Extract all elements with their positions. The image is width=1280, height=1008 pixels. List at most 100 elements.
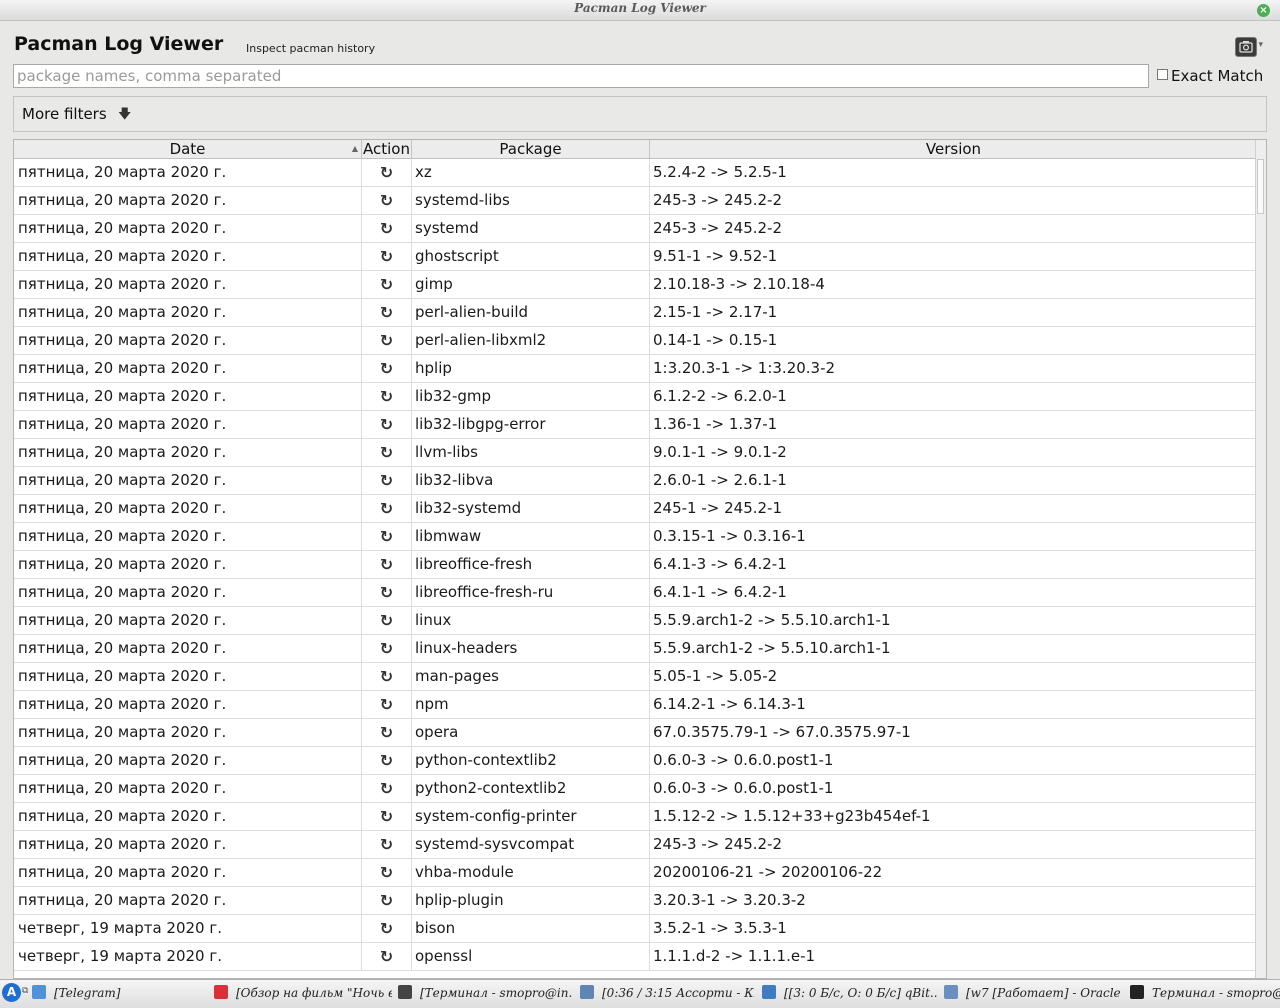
- table-row[interactable]: пятница, 20 марта 2020 г. ↻ linux 5.5.9.arc…: [14, 607, 1257, 635]
- column-header-action-label: Action: [363, 140, 410, 158]
- taskbar-task[interactable]: [0:36 / 3:15 Ассорти - К...: [580, 983, 755, 1004]
- upgrade-icon: ↻: [362, 859, 412, 886]
- column-header-date[interactable]: Date ▲: [14, 140, 362, 158]
- table-row[interactable]: пятница, 20 марта 2020 г. ↻ llvm-libs 9.0.1…: [14, 439, 1257, 467]
- row-package: bison: [412, 915, 650, 942]
- table-row[interactable]: пятница, 20 марта 2020 г. ↻ lib32-libgpg-e…: [14, 411, 1257, 439]
- table-row[interactable]: пятница, 20 марта 2020 г. ↻ lib32-systemd 2…: [14, 495, 1257, 523]
- exact-match-toggle[interactable]: Exact Match: [1157, 67, 1263, 85]
- taskbar-task[interactable]: [Терминал - smopro@in...: [398, 983, 573, 1004]
- table-row[interactable]: пятница, 20 марта 2020 г. ↻ systemd-libs 24…: [14, 187, 1257, 215]
- table-row[interactable]: пятница, 20 марта 2020 г. ↻ libreoffice-fr…: [14, 579, 1257, 607]
- row-package: xz: [412, 159, 650, 186]
- column-header-package[interactable]: Package: [412, 140, 650, 158]
- upgrade-icon: ↻: [362, 551, 412, 578]
- row-date: пятница, 20 марта 2020 г.: [14, 439, 362, 466]
- row-date: пятница, 20 марта 2020 г.: [14, 887, 362, 914]
- row-date: пятница, 20 марта 2020 г.: [14, 243, 362, 270]
- row-date: пятница, 20 марта 2020 г.: [14, 719, 362, 746]
- table-row[interactable]: пятница, 20 марта 2020 г. ↻ hplip 1:3.20.3-…: [14, 355, 1257, 383]
- row-date: пятница, 20 марта 2020 г.: [14, 635, 362, 662]
- row-date: пятница, 20 марта 2020 г.: [14, 495, 362, 522]
- row-date: пятница, 20 марта 2020 г.: [14, 523, 362, 550]
- row-package: systemd: [412, 215, 650, 242]
- table-row[interactable]: пятница, 20 марта 2020 г. ↻ system-config-…: [14, 803, 1257, 831]
- table-row[interactable]: пятница, 20 марта 2020 г. ↻ python2-contex…: [14, 775, 1257, 803]
- scrollbar-thumb[interactable]: [1257, 159, 1264, 214]
- row-package: linux: [412, 607, 650, 634]
- workspace-switcher-icon[interactable]: ⧉: [22, 986, 28, 996]
- upgrade-icon: ↻: [362, 691, 412, 718]
- upgrade-icon: ↻: [362, 355, 412, 382]
- row-date: пятница, 20 марта 2020 г.: [14, 355, 362, 382]
- column-header-version[interactable]: Version: [650, 140, 1257, 158]
- taskbar-task[interactable]: [[3: 0 Б/с, О: 0 Б/с] qBit...: [762, 983, 937, 1004]
- row-version: 245-1 -> 245.2-1: [653, 499, 783, 517]
- upgrade-icon: ↻: [362, 607, 412, 634]
- taskbar-task[interactable]: [Telegram]: [32, 983, 207, 1004]
- arrow-down-icon: 🡇: [118, 107, 132, 122]
- table-row[interactable]: пятница, 20 марта 2020 г. ↻ linux-headers 5…: [14, 635, 1257, 663]
- taskbar-task[interactable]: Терминал - smopro@i: [1130, 983, 1280, 1004]
- row-version: 5.2.4-2 -> 5.2.5-1: [653, 163, 787, 181]
- row-date: пятница, 20 марта 2020 г.: [14, 831, 362, 858]
- row-version: 6.4.1-3 -> 6.4.2-1: [653, 555, 787, 573]
- more-filters-expander[interactable]: More filters 🡇: [13, 96, 1267, 132]
- table-row[interactable]: пятница, 20 марта 2020 г. ↻ libreoffice-fr…: [14, 551, 1257, 579]
- upgrade-icon: ↻: [362, 523, 412, 550]
- arch-menu-icon[interactable]: A: [2, 983, 21, 1002]
- table-row[interactable]: пятница, 20 марта 2020 г. ↻ libmwaw 0.3.15-…: [14, 523, 1257, 551]
- exact-match-checkbox[interactable]: [1157, 69, 1168, 80]
- taskbar-task[interactable]: [Обзор на фильм "Ночь в...: [214, 983, 392, 1004]
- row-version: 9.0.1-1 -> 9.0.1-2: [653, 443, 787, 461]
- row-version: 5.5.9.arch1-2 -> 5.5.10.arch1-1: [653, 639, 891, 657]
- upgrade-icon: ↻: [362, 831, 412, 858]
- table-row[interactable]: пятница, 20 марта 2020 г. ↻ lib32-libva 2.6…: [14, 467, 1257, 495]
- table-row[interactable]: пятница, 20 марта 2020 г. ↻ xz 5.2.4-2 -> 5…: [14, 159, 1257, 187]
- table-row[interactable]: пятница, 20 марта 2020 г. ↻ gimp 2.10.18-3 …: [14, 271, 1257, 299]
- vertical-scrollbar[interactable]: [1255, 140, 1266, 978]
- row-date: пятница, 20 марта 2020 г.: [14, 271, 362, 298]
- table-row[interactable]: четверг, 19 марта 2020 г. ↻ openssl 1.1.1.d…: [14, 943, 1257, 971]
- row-package: python-contextlib2: [412, 747, 650, 774]
- chevron-down-icon[interactable]: ▾: [1258, 40, 1263, 50]
- row-version: 67.0.3575.79-1 -> 67.0.3575.97-1: [653, 723, 911, 741]
- row-version: 5.5.9.arch1-2 -> 5.5.10.arch1-1: [653, 611, 891, 629]
- qbittorrent-icon: [762, 985, 776, 999]
- table-row[interactable]: пятница, 20 марта 2020 г. ↻ lib32-gmp 6.1.2…: [14, 383, 1257, 411]
- column-header-action[interactable]: Action: [362, 140, 412, 158]
- table-row[interactable]: пятница, 20 марта 2020 г. ↻ systemd-sysvco…: [14, 831, 1257, 859]
- row-version: 1.36-1 -> 1.37-1: [653, 415, 778, 433]
- table-row[interactable]: четверг, 19 марта 2020 г. ↻ bison 3.5.2-1 -…: [14, 915, 1257, 943]
- table-row[interactable]: пятница, 20 марта 2020 г. ↻ systemd 245-3 -…: [14, 215, 1257, 243]
- table-row[interactable]: пятница, 20 марта 2020 г. ↻ perl-alien-lib…: [14, 327, 1257, 355]
- row-version: 0.14-1 -> 0.15-1: [653, 331, 778, 349]
- table-row[interactable]: пятница, 20 марта 2020 г. ↻ python-context…: [14, 747, 1257, 775]
- table-row[interactable]: пятница, 20 марта 2020 г. ↻ hplip-plugin 3.…: [14, 887, 1257, 915]
- upgrade-icon: ↻: [362, 803, 412, 830]
- row-version: 20200106-21 -> 20200106-22: [653, 863, 883, 881]
- screenshot-button[interactable]: [1235, 37, 1257, 57]
- search-input[interactable]: [13, 64, 1149, 88]
- row-date: пятница, 20 марта 2020 г.: [14, 187, 362, 214]
- table-row[interactable]: пятница, 20 марта 2020 г. ↻ npm 6.14.2-1 ->…: [14, 691, 1257, 719]
- table-row[interactable]: пятница, 20 марта 2020 г. ↻ ghostscript 9.5…: [14, 243, 1257, 271]
- table-row[interactable]: пятница, 20 марта 2020 г. ↻ perl-alien-bui…: [14, 299, 1257, 327]
- table-header: Date ▲ Action Package Version: [14, 140, 1257, 159]
- table-row[interactable]: пятница, 20 марта 2020 г. ↻ man-pages 5.05-…: [14, 663, 1257, 691]
- taskbar-task-label: [Терминал - smopro@in...: [420, 986, 573, 1000]
- taskbar-task[interactable]: [w7 [Работает] - Oracle ...: [944, 983, 1122, 1004]
- terminal-icon: [1130, 985, 1144, 999]
- upgrade-icon: ↻: [362, 495, 412, 522]
- upgrade-icon: ↻: [362, 887, 412, 914]
- row-version: 245-3 -> 245.2-2: [653, 835, 783, 853]
- upgrade-icon: ↻: [362, 215, 412, 242]
- row-date: пятница, 20 марта 2020 г.: [14, 691, 362, 718]
- close-icon[interactable]: ×: [1257, 4, 1270, 17]
- row-date: пятница, 20 марта 2020 г.: [14, 579, 362, 606]
- table-row[interactable]: пятница, 20 марта 2020 г. ↻ vhba-module 202…: [14, 859, 1257, 887]
- virtualbox-icon: [944, 985, 958, 999]
- row-package: hplip-plugin: [412, 887, 650, 914]
- upgrade-icon: ↻: [362, 383, 412, 410]
- table-row[interactable]: пятница, 20 марта 2020 г. ↻ opera 67.0.3575…: [14, 719, 1257, 747]
